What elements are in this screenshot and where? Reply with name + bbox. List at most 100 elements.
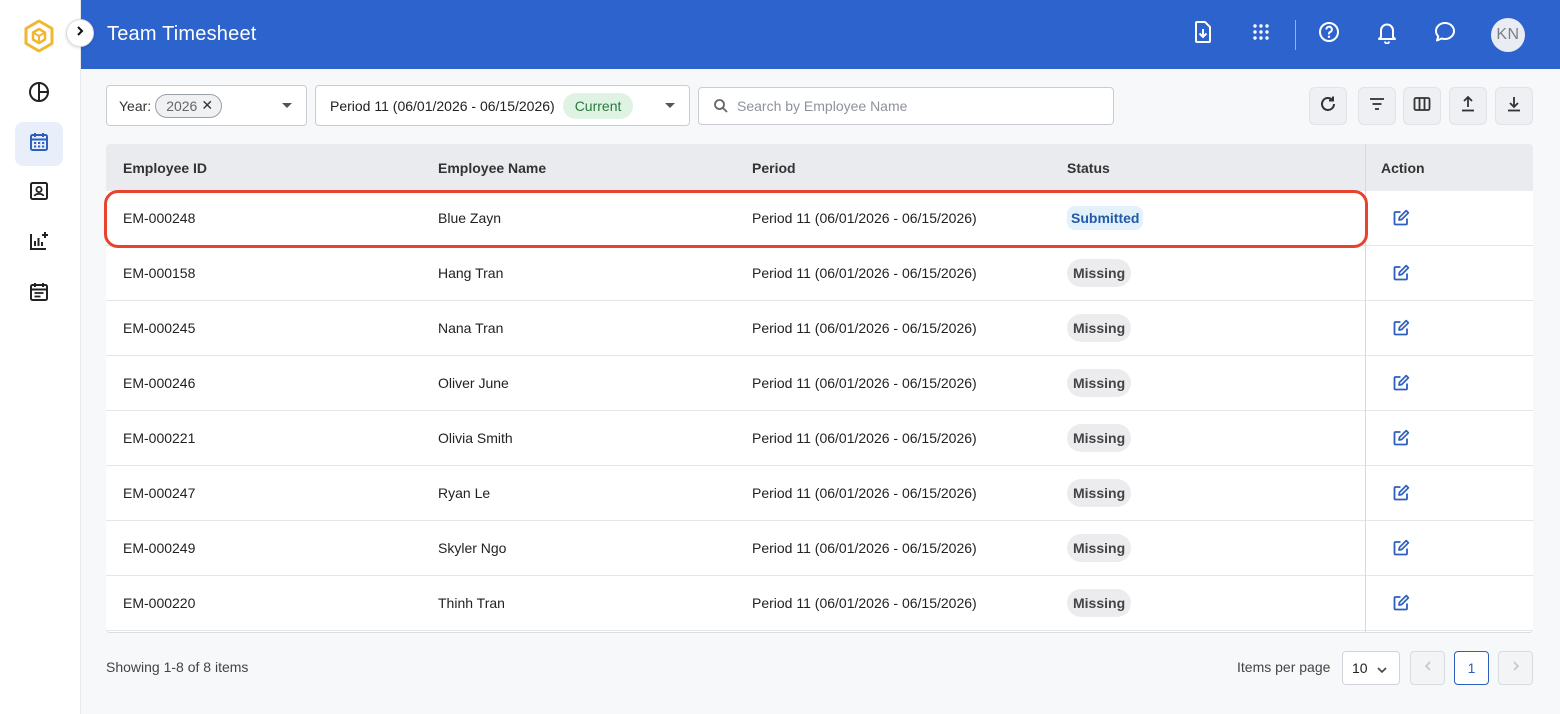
filter-button[interactable] xyxy=(1358,87,1396,125)
notifications-button[interactable] xyxy=(1373,20,1401,48)
employee-name-cell: Blue Zayn xyxy=(438,210,502,226)
year-label: Year: xyxy=(119,97,152,114)
edit-button[interactable] xyxy=(1391,318,1411,338)
edit-icon xyxy=(1392,484,1410,502)
edit-button[interactable] xyxy=(1391,593,1411,613)
period-value: Period 11 (06/01/2026 - 06/15/2026) xyxy=(330,97,555,114)
sidebar-item-timesheet[interactable] xyxy=(15,122,63,166)
sidebar-item-employees[interactable] xyxy=(15,171,63,215)
column-header-employee-name[interactable]: Employee Name xyxy=(438,160,546,176)
table-row[interactable]: EM-000220 Thinh Tran Period 11 (06/01/2026… xyxy=(106,576,1533,631)
refresh-button[interactable] xyxy=(1309,87,1347,125)
period-cell: Period 11 (06/01/2026 - 06/15/2026) xyxy=(752,485,977,501)
table-row[interactable]: EM-000249 Skyler Ngo Period 11 (06/01/2026… xyxy=(106,521,1533,576)
table-row[interactable]: EM-000245 Nana Tran Period 11 (06/01/2026 … xyxy=(106,301,1533,356)
current-badge: Current xyxy=(562,92,634,119)
bell-icon xyxy=(1376,20,1398,49)
search-icon xyxy=(713,98,729,114)
search-input[interactable] xyxy=(737,98,1097,114)
items-per-page-select[interactable]: 10 xyxy=(1342,651,1400,685)
download-button[interactable] xyxy=(1495,87,1533,125)
help-icon xyxy=(1318,21,1340,48)
calendar-icon xyxy=(28,131,50,158)
table-row[interactable]: EM-000247 Ryan Le Period 11 (06/01/2026 - … xyxy=(106,466,1533,521)
user-avatar[interactable]: KN xyxy=(1491,18,1525,52)
download-icon xyxy=(1504,94,1524,119)
app-logo-icon[interactable] xyxy=(23,19,55,53)
sidebar-item-dashboard[interactable] xyxy=(15,72,63,116)
close-icon[interactable]: ✕ xyxy=(201,97,213,114)
file-download-icon xyxy=(1192,20,1214,49)
edit-button[interactable] xyxy=(1391,538,1411,558)
caret-down-icon xyxy=(665,103,675,108)
status-badge: Missing xyxy=(1067,259,1132,287)
sidebar xyxy=(0,0,81,714)
period-cell: Period 11 (06/01/2026 - 06/15/2026) xyxy=(752,375,977,391)
period-cell: Period 11 (06/01/2026 - 06/15/2026) xyxy=(752,265,977,281)
columns-button[interactable] xyxy=(1403,87,1441,125)
chat-icon xyxy=(1433,20,1457,49)
next-page-button[interactable] xyxy=(1498,651,1533,685)
employee-id-cell: EM-000249 xyxy=(123,540,196,556)
edit-icon xyxy=(1392,209,1410,227)
table-row[interactable]: EM-000248 Blue Zayn Period 11 (06/01/2026 … xyxy=(106,191,1533,246)
contact-card-icon xyxy=(28,180,50,207)
event-note-icon xyxy=(28,281,50,308)
employee-id-cell: EM-000245 xyxy=(123,320,196,336)
status-badge: Missing xyxy=(1067,589,1132,617)
edit-button[interactable] xyxy=(1391,373,1411,393)
items-per-page-label: Items per page xyxy=(1237,659,1331,675)
status-badge: Missing xyxy=(1067,424,1132,452)
search-field[interactable] xyxy=(698,87,1114,125)
edit-icon xyxy=(1392,594,1410,612)
sidebar-expand-button[interactable] xyxy=(66,19,94,47)
export-file-button[interactable] xyxy=(1189,20,1217,48)
table-row[interactable]: EM-000221 Olivia Smith Period 11 (06/01/20… xyxy=(106,411,1533,466)
edit-button[interactable] xyxy=(1391,263,1411,283)
refresh-icon xyxy=(1318,94,1338,119)
edit-icon xyxy=(1392,539,1410,557)
chevron-right-icon xyxy=(1510,659,1522,677)
chevron-right-icon xyxy=(74,24,86,42)
period-cell: Period 11 (06/01/2026 - 06/15/2026) xyxy=(752,540,977,556)
edit-button[interactable] xyxy=(1391,483,1411,503)
chat-button[interactable] xyxy=(1431,20,1459,48)
column-header-period[interactable]: Period xyxy=(752,160,796,176)
sidebar-item-reports[interactable] xyxy=(15,221,63,265)
employee-name-cell: Skyler Ngo xyxy=(438,540,507,556)
edit-icon xyxy=(1392,429,1410,447)
column-header-status[interactable]: Status xyxy=(1067,160,1110,176)
status-badge: Missing xyxy=(1067,314,1132,342)
employee-id-cell: EM-000248 xyxy=(123,210,196,226)
employee-name-cell: Nana Tran xyxy=(438,320,504,336)
items-per-page-value: 10 xyxy=(1352,660,1368,676)
employee-name-cell: Oliver June xyxy=(438,375,509,391)
apps-button[interactable] xyxy=(1247,20,1275,48)
year-select[interactable]: Year: 2026 ✕ xyxy=(106,85,307,126)
items-count: Showing 1-8 of 8 items xyxy=(106,659,249,675)
employee-id-cell: EM-000246 xyxy=(123,375,196,391)
table-row[interactable]: EM-000158 Hang Tran Period 11 (06/01/2026 … xyxy=(106,246,1533,301)
employee-name-cell: Olivia Smith xyxy=(438,430,513,446)
previous-page-button[interactable] xyxy=(1410,651,1445,685)
employee-id-cell: EM-000220 xyxy=(123,595,196,611)
year-chip: 2026 ✕ xyxy=(155,93,223,118)
page-title: Team Timesheet xyxy=(107,23,257,45)
edit-button[interactable] xyxy=(1391,428,1411,448)
period-select[interactable]: Period 11 (06/01/2026 - 06/15/2026) Curr… xyxy=(315,85,690,126)
edit-icon xyxy=(1392,374,1410,392)
upload-button[interactable] xyxy=(1449,87,1487,125)
sidebar-item-schedule[interactable] xyxy=(15,272,63,316)
header-divider xyxy=(1295,20,1296,50)
column-header-employee-id[interactable]: Employee ID xyxy=(123,160,207,176)
employee-id-cell: EM-000221 xyxy=(123,430,196,446)
pie-chart-icon xyxy=(28,81,50,108)
caret-down-icon xyxy=(282,103,292,108)
edit-icon xyxy=(1392,264,1410,282)
help-button[interactable] xyxy=(1315,20,1343,48)
status-badge: Missing xyxy=(1067,479,1132,507)
edit-button[interactable] xyxy=(1391,208,1411,228)
page-button-current[interactable]: 1 xyxy=(1454,651,1489,685)
employee-name-cell: Ryan Le xyxy=(438,485,491,501)
table-row[interactable]: EM-000246 Oliver June Period 11 (06/01/202… xyxy=(106,356,1533,411)
